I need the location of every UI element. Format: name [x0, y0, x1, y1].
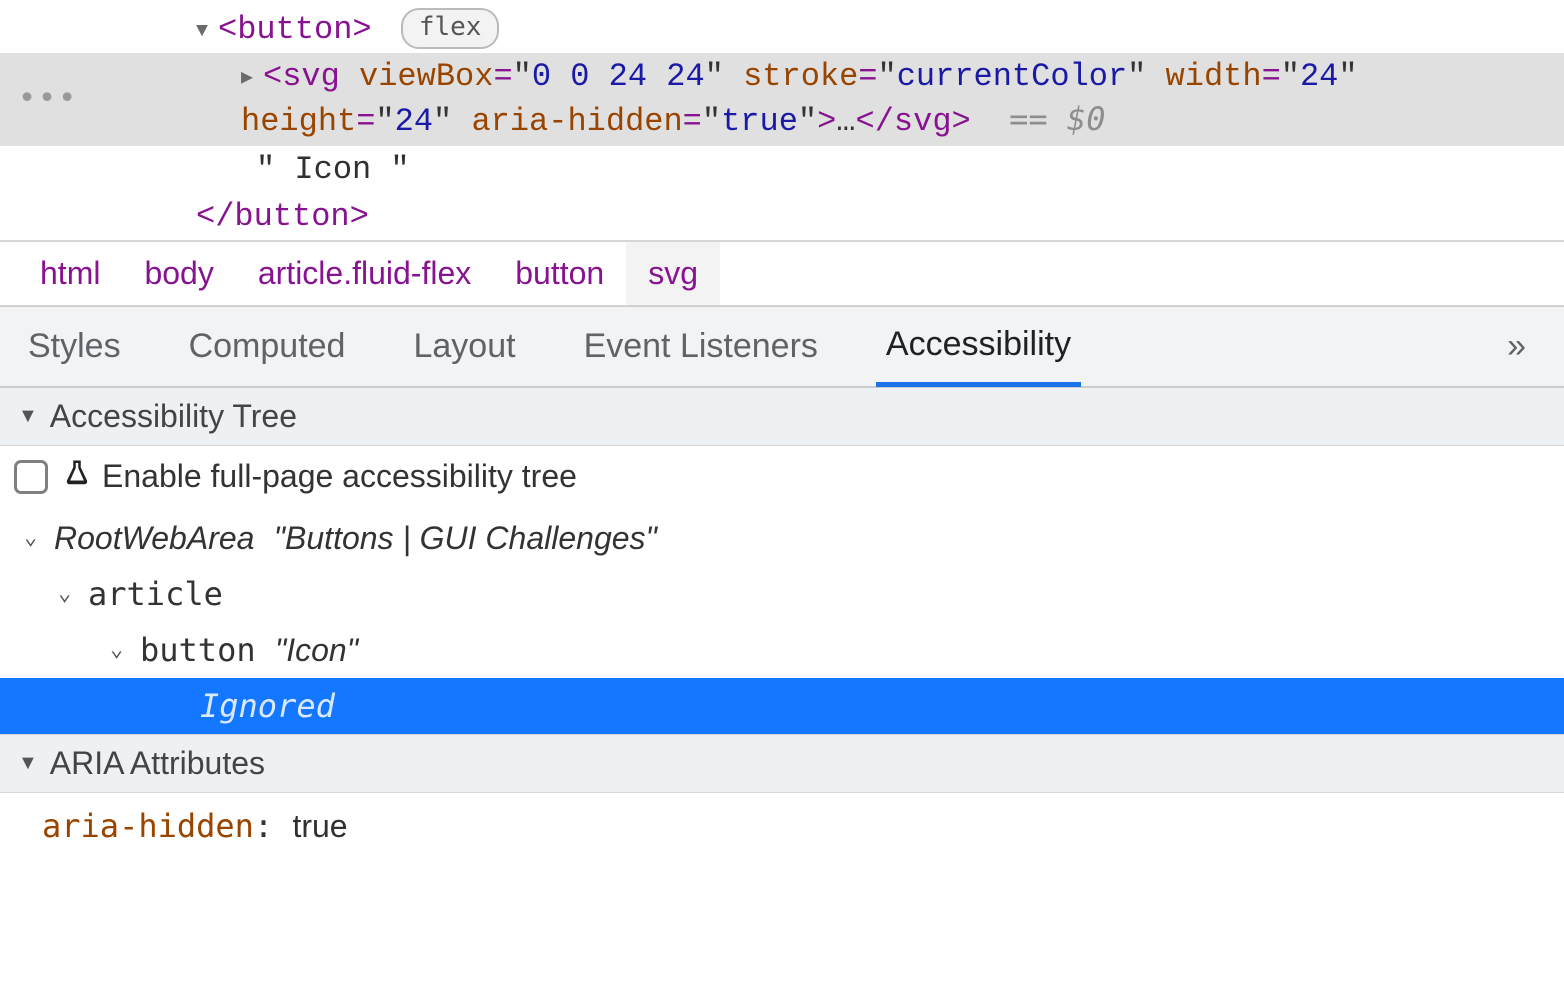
dom-text-node[interactable]: " Icon "	[0, 146, 1564, 193]
section-title: ARIA Attributes	[50, 745, 265, 782]
aria-attr-value: true	[292, 808, 347, 844]
section-accessibility-tree[interactable]: ▼ Accessibility Tree	[0, 388, 1564, 446]
enable-full-tree-row[interactable]: Enable full-page accessibility tree	[0, 446, 1564, 508]
chevron-down-icon: ▼	[18, 752, 38, 775]
aria-attribute-row: aria-hidden: true	[0, 793, 1564, 859]
breadcrumb-article[interactable]: article.fluid-flex	[236, 242, 493, 305]
dom-node-button-open[interactable]: <button> flex	[0, 6, 1564, 53]
breadcrumb-body[interactable]: body	[122, 242, 235, 305]
tab-accessibility[interactable]: Accessibility	[876, 308, 1081, 387]
flex-badge[interactable]: flex	[401, 8, 500, 49]
breadcrumb-svg[interactable]: svg	[626, 242, 720, 305]
tab-event-listeners[interactable]: Event Listeners	[574, 307, 828, 386]
chevron-down-icon[interactable]: ⌄	[110, 633, 132, 666]
chevron-down-icon: ▼	[18, 405, 38, 428]
breadcrumb: html body article.fluid-flex button svg	[0, 240, 1564, 306]
section-aria-attributes[interactable]: ▼ ARIA Attributes	[0, 734, 1564, 793]
chevron-down-icon[interactable]: ⌄	[58, 577, 80, 610]
selected-node-marker: == $0	[1009, 100, 1105, 138]
tab-computed[interactable]: Computed	[179, 307, 356, 386]
experiment-flask-icon	[62, 458, 92, 496]
expand-toggle-icon[interactable]	[196, 15, 218, 47]
tabs-overflow-icon[interactable]: »	[1507, 327, 1546, 366]
tab-styles[interactable]: Styles	[18, 307, 131, 386]
breadcrumb-html[interactable]: html	[18, 242, 122, 305]
enable-full-tree-label: Enable full-page accessibility tree	[102, 458, 577, 495]
dom-row-actions-icon[interactable]: •••	[10, 79, 66, 120]
dom-tag-button: <button>	[218, 11, 372, 48]
aria-attr-name: aria-hidden	[42, 807, 254, 845]
a11y-node-ignored-selected[interactable]: Ignored	[0, 678, 1564, 734]
chevron-down-icon[interactable]: ⌄	[24, 521, 46, 554]
section-title: Accessibility Tree	[50, 398, 297, 435]
sidebar-tabstrip: Styles Computed Layout Event Listeners A…	[0, 306, 1564, 388]
elements-dom-panel[interactable]: <button> flex ••• <svg viewBox="0 0 24 2…	[0, 0, 1564, 240]
dom-svg-open: <	[263, 58, 282, 95]
a11y-node-article[interactable]: ⌄ article	[0, 566, 1564, 622]
breadcrumb-button[interactable]: button	[493, 242, 626, 305]
expand-toggle-icon[interactable]	[241, 62, 263, 94]
dom-node-button-close[interactable]: </button>	[0, 193, 1564, 240]
accessibility-tree: ⌄ RootWebArea "Buttons | GUI Challenges"…	[0, 508, 1564, 734]
tab-layout[interactable]: Layout	[403, 307, 525, 386]
a11y-node-button[interactable]: ⌄ button "Icon"	[0, 622, 1564, 678]
dom-node-svg-selected[interactable]: ••• <svg viewBox="0 0 24 24" stroke="cur…	[0, 53, 1564, 145]
a11y-node-root[interactable]: ⌄ RootWebArea "Buttons | GUI Challenges"	[0, 510, 1564, 566]
checkbox-enable-full-tree[interactable]	[14, 460, 48, 494]
